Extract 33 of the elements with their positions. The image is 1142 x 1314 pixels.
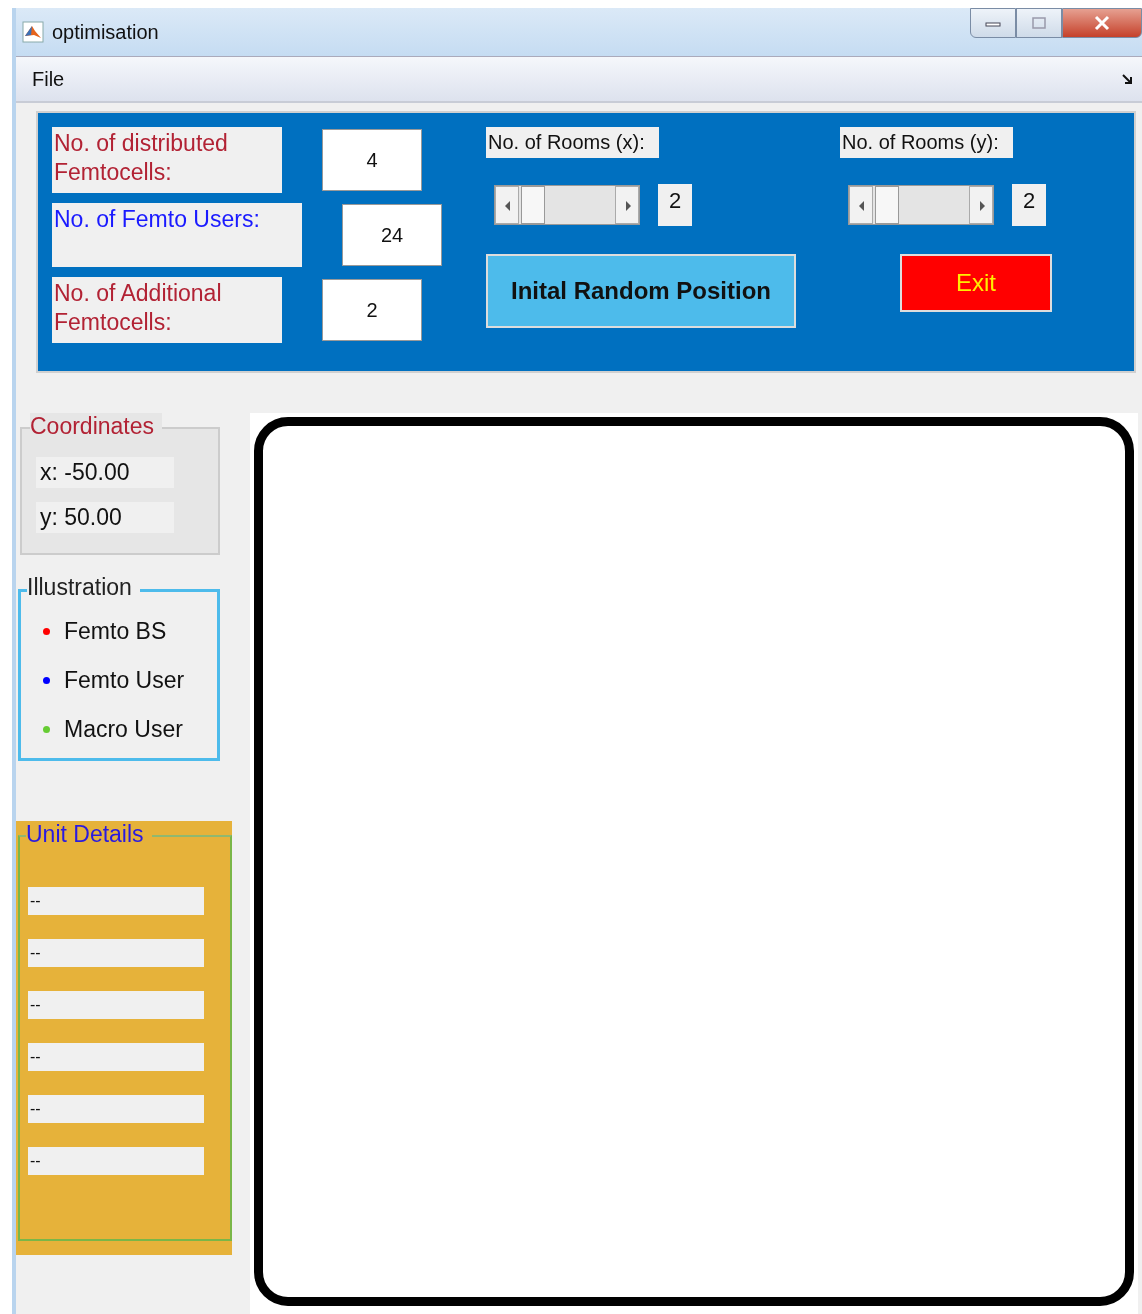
- input-field[interactable]: 4: [322, 129, 422, 191]
- maximize-icon: [1032, 17, 1046, 29]
- detail-field: --: [28, 1095, 204, 1123]
- rooms-label: No. of Rooms (y):: [840, 127, 1013, 158]
- input-field[interactable]: 24: [342, 204, 442, 266]
- rooms-slider[interactable]: [494, 185, 640, 225]
- app-logo-icon: [22, 21, 44, 43]
- rooms-label: No. of Rooms (x):: [486, 127, 659, 158]
- maximize-button[interactable]: [1016, 8, 1062, 38]
- detail-field: --: [28, 1043, 204, 1071]
- detail-field: --: [28, 991, 204, 1019]
- legend-label: Femto BS: [64, 618, 167, 645]
- detail-field: --: [28, 1147, 204, 1175]
- rooms-slider[interactable]: [848, 185, 994, 225]
- legend-label: Macro User: [64, 716, 183, 743]
- menu-item[interactable]: File: [32, 67, 65, 91]
- field-label: No. of distributed Femtocells:: [52, 127, 282, 193]
- field-label: No. of Femto Users:: [52, 203, 302, 267]
- y-coordinate: y: 50.00: [36, 502, 174, 533]
- field-label: No. of Additional Femtocells:: [52, 277, 282, 343]
- detail-field: --: [28, 939, 204, 967]
- x-coordinate: x: -50.00: [36, 457, 174, 488]
- dock-arrow-icon[interactable]: [1122, 74, 1132, 84]
- close-button[interactable]: [1062, 8, 1142, 38]
- rooms-value: 2: [1012, 184, 1046, 226]
- input-field[interactable]: 2: [322, 279, 422, 341]
- rooms-value: 2: [658, 184, 692, 226]
- detail-field: --: [28, 887, 204, 915]
- close-icon: [1093, 15, 1111, 31]
- window-title: optimisation: [52, 20, 159, 44]
- initial-position-button[interactable]: Inital Random Position: [486, 254, 796, 328]
- legend-label: Femto User: [64, 667, 185, 694]
- minimize-button[interactable]: [970, 8, 1016, 38]
